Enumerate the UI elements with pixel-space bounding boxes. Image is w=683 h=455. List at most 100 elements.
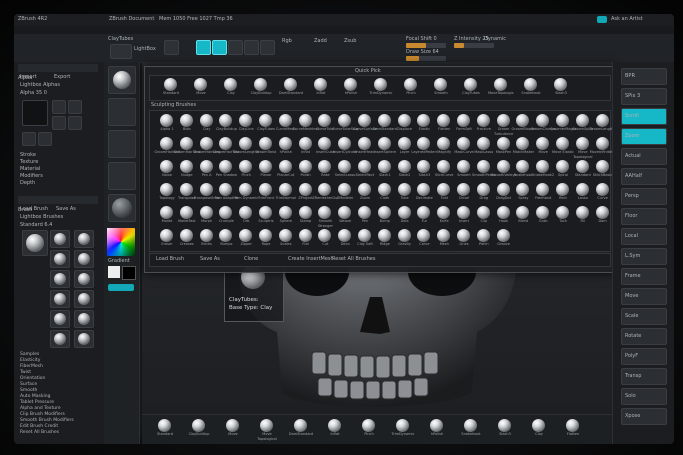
right-shelf-button[interactable]: Solo	[621, 388, 667, 405]
lightbox-alphas-button[interactable]: Lightbox Alphas	[20, 82, 60, 89]
right-shelf-button[interactable]: AAHalf	[621, 168, 667, 185]
right-shelf-button[interactable]: Transp	[621, 368, 667, 385]
footer-button[interactable]: Load Brush	[156, 256, 184, 263]
z-intensity-slider[interactable]	[454, 43, 494, 48]
brush-tile[interactable]: TrimDynamic	[368, 78, 394, 98]
ask-artist-link[interactable]: Ask an Artist	[611, 16, 643, 23]
save-as-button[interactable]: Save As	[56, 206, 76, 213]
subpalette-item[interactable]: Material	[20, 166, 80, 173]
color-picker[interactable]	[107, 228, 135, 256]
right-shelf-button[interactable]: Scroll	[621, 108, 667, 125]
secondary-color-swatch[interactable]	[122, 266, 136, 280]
alpha-import-button[interactable]: Import	[20, 74, 37, 81]
zadd-toggle[interactable]: Zadd	[314, 38, 327, 45]
subpalette-item[interactable]: Texture	[20, 159, 80, 166]
lightbox-button[interactable]	[110, 44, 132, 59]
brush-slot[interactable]	[50, 310, 70, 328]
brush-slot[interactable]	[74, 230, 94, 248]
brush-slot[interactable]	[50, 230, 70, 248]
brush-slot[interactable]	[50, 270, 70, 288]
right-shelf-button[interactable]: Floor	[621, 208, 667, 225]
material-shelf-button[interactable]	[108, 194, 136, 222]
brush-slot[interactable]	[50, 330, 70, 348]
brush-tile[interactable]: Inflat	[308, 78, 334, 98]
subpalette-item[interactable]: Reset All Brushes	[20, 430, 90, 436]
brush-tile[interactable]: ClayBuildup	[186, 419, 212, 439]
brush-tile[interactable]: Move	[220, 419, 246, 439]
brush-slot[interactable]	[50, 290, 70, 308]
alpha-slot[interactable]	[68, 116, 82, 130]
brush-tile[interactable]: DamStandard	[288, 419, 314, 439]
brush-slot[interactable]	[50, 250, 70, 268]
right-shelf-button[interactable]: PolyF	[621, 348, 667, 365]
brush-slot[interactable]	[74, 290, 94, 308]
gradient-label[interactable]: Gradient	[108, 258, 130, 265]
brush-tile[interactable]: Groove	[491, 229, 517, 249]
brush-tile[interactable]: Clay	[218, 78, 244, 98]
alpha-slot[interactable]	[52, 116, 66, 130]
right-shelf-button[interactable]: Local	[621, 228, 667, 245]
brush-slot[interactable]	[74, 250, 94, 268]
brush-tile[interactable]: MoveTopological	[488, 78, 514, 98]
brush-tile[interactable]: Snakehook	[458, 419, 484, 439]
right-shelf-button[interactable]: Frame	[621, 268, 667, 285]
footer-button[interactable]: Reset All Brushes	[332, 256, 375, 263]
alpha-slot[interactable]	[52, 100, 66, 114]
brush-tile[interactable]: hPolish	[424, 419, 450, 439]
texture-shelf-button[interactable]	[108, 162, 136, 190]
brush-tile[interactable]: hPolish	[338, 78, 364, 98]
right-shelf-button[interactable]: Zoom	[621, 128, 667, 145]
brush-tile[interactable]: Slash3	[548, 78, 574, 98]
footer-button[interactable]: Clone	[244, 256, 258, 263]
draw-button[interactable]	[212, 40, 227, 55]
brush-slot[interactable]	[74, 310, 94, 328]
brush-tile[interactable]: ClayTubes	[458, 78, 484, 98]
main-color-swatch[interactable]	[108, 266, 120, 278]
rotate-button[interactable]	[260, 40, 275, 55]
menu-toggle-button[interactable]	[597, 16, 607, 23]
move-button[interactable]	[228, 40, 243, 55]
zsub-toggle[interactable]: Zsub	[344, 38, 356, 45]
footer-button[interactable]: Create InsertMesh	[288, 256, 334, 263]
subpalette-item[interactable]: Depth	[20, 180, 80, 187]
alpha-shelf-button[interactable]	[108, 130, 136, 158]
brush-tile[interactable]: DamStandard	[278, 78, 304, 98]
brush-tile[interactable]: Slash3	[492, 419, 518, 439]
brush-tile[interactable]: Standard	[158, 78, 184, 98]
brush-tile[interactable]: TrimDynamic	[390, 419, 416, 439]
subpalette-item[interactable]: Modifiers	[20, 173, 80, 180]
brush-tile[interactable]: Pinch	[356, 419, 382, 439]
brush-tile[interactable]: Move	[188, 78, 214, 98]
lightbox-brushes-button[interactable]: Lightbox Brushes	[20, 214, 63, 221]
draw-size-slider[interactable]	[406, 56, 446, 61]
brush-slot[interactable]	[74, 330, 94, 348]
right-shelf-button[interactable]: Scale	[621, 308, 667, 325]
current-brush-thumbnail[interactable]	[22, 230, 48, 256]
brush-tile[interactable]: Move Topological	[254, 419, 280, 441]
alpha-slot[interactable]	[38, 132, 52, 146]
brush-tile[interactable]: ClayBuildup	[248, 78, 274, 98]
right-shelf-button[interactable]: Move	[621, 288, 667, 305]
brush-tile[interactable]: Standard	[152, 419, 178, 439]
brush-tile[interactable]: Inflat	[322, 419, 348, 439]
right-shelf-button[interactable]: Xpose	[621, 408, 667, 425]
brush-tile[interactable]: Clay	[526, 419, 552, 439]
footer-button[interactable]: Save As	[200, 256, 220, 263]
right-shelf-button[interactable]: SPix 3	[621, 88, 667, 105]
alpha-slot[interactable]	[22, 132, 36, 146]
brush-palette-header[interactable]: Brush	[18, 196, 98, 213]
brush-tile[interactable]: Flatten	[560, 419, 586, 439]
brush-tile[interactable]: Snakehook	[518, 78, 544, 98]
right-shelf-button[interactable]: L.Sym	[621, 248, 667, 265]
right-shelf-button[interactable]: Persp	[621, 188, 667, 205]
brush-slot[interactable]	[74, 270, 94, 288]
stroke-shelf-button[interactable]	[108, 98, 136, 126]
focal-shift-slider[interactable]	[406, 43, 446, 48]
load-brush-button[interactable]: Load Brush	[20, 206, 48, 213]
right-shelf-button[interactable]: BPR	[621, 68, 667, 85]
right-shelf-button[interactable]: Rotate	[621, 328, 667, 345]
alpha-export-button[interactable]: Export	[54, 74, 70, 81]
current-alpha-thumbnail[interactable]	[22, 100, 48, 126]
scale-button[interactable]	[244, 40, 259, 55]
persp-button[interactable]	[164, 40, 179, 55]
